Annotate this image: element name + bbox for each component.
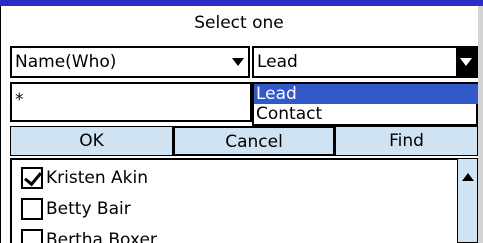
chevron-down-icon: [232, 58, 244, 66]
list-item[interactable]: Bertha Boxer: [12, 226, 452, 243]
dialog-title: Select one: [194, 13, 284, 33]
field-select[interactable]: Name(Who): [10, 46, 250, 78]
search-input-value: *: [15, 90, 24, 110]
checkbox[interactable]: [21, 167, 43, 189]
chevron-down-icon: [460, 58, 472, 66]
list-item[interactable]: Kristen Akin: [12, 164, 452, 192]
dropdown-option-lead[interactable]: Lead: [254, 84, 478, 104]
list-item-label: Bertha Boxer: [46, 230, 157, 243]
search-input[interactable]: *: [10, 82, 252, 122]
dropdown-option-contact[interactable]: Contact: [254, 104, 478, 124]
list-item-label: Kristen Akin: [46, 168, 148, 188]
dropdown-button[interactable]: [456, 48, 476, 76]
checkbox[interactable]: [21, 198, 43, 220]
cancel-button[interactable]: Cancel: [173, 126, 335, 156]
field-select-value: Name(Who): [15, 52, 117, 72]
results-list: Kristen Akin Betty Bair Bertha Boxer: [10, 158, 457, 243]
list-item-label: Betty Bair: [46, 199, 131, 219]
list-item[interactable]: Betty Bair: [12, 195, 452, 223]
find-button[interactable]: Find: [335, 126, 478, 156]
type-dropdown-list: Lead Contact: [252, 82, 478, 126]
type-select[interactable]: Lead: [252, 46, 478, 78]
checkbox[interactable]: [21, 229, 43, 243]
scroll-up-icon[interactable]: [462, 173, 474, 181]
list-scrollbar[interactable]: [457, 158, 478, 243]
ok-button[interactable]: OK: [10, 126, 173, 156]
window-edge: [478, 6, 483, 243]
type-select-value: Lead: [257, 52, 298, 72]
checkmark-icon: [24, 167, 42, 187]
